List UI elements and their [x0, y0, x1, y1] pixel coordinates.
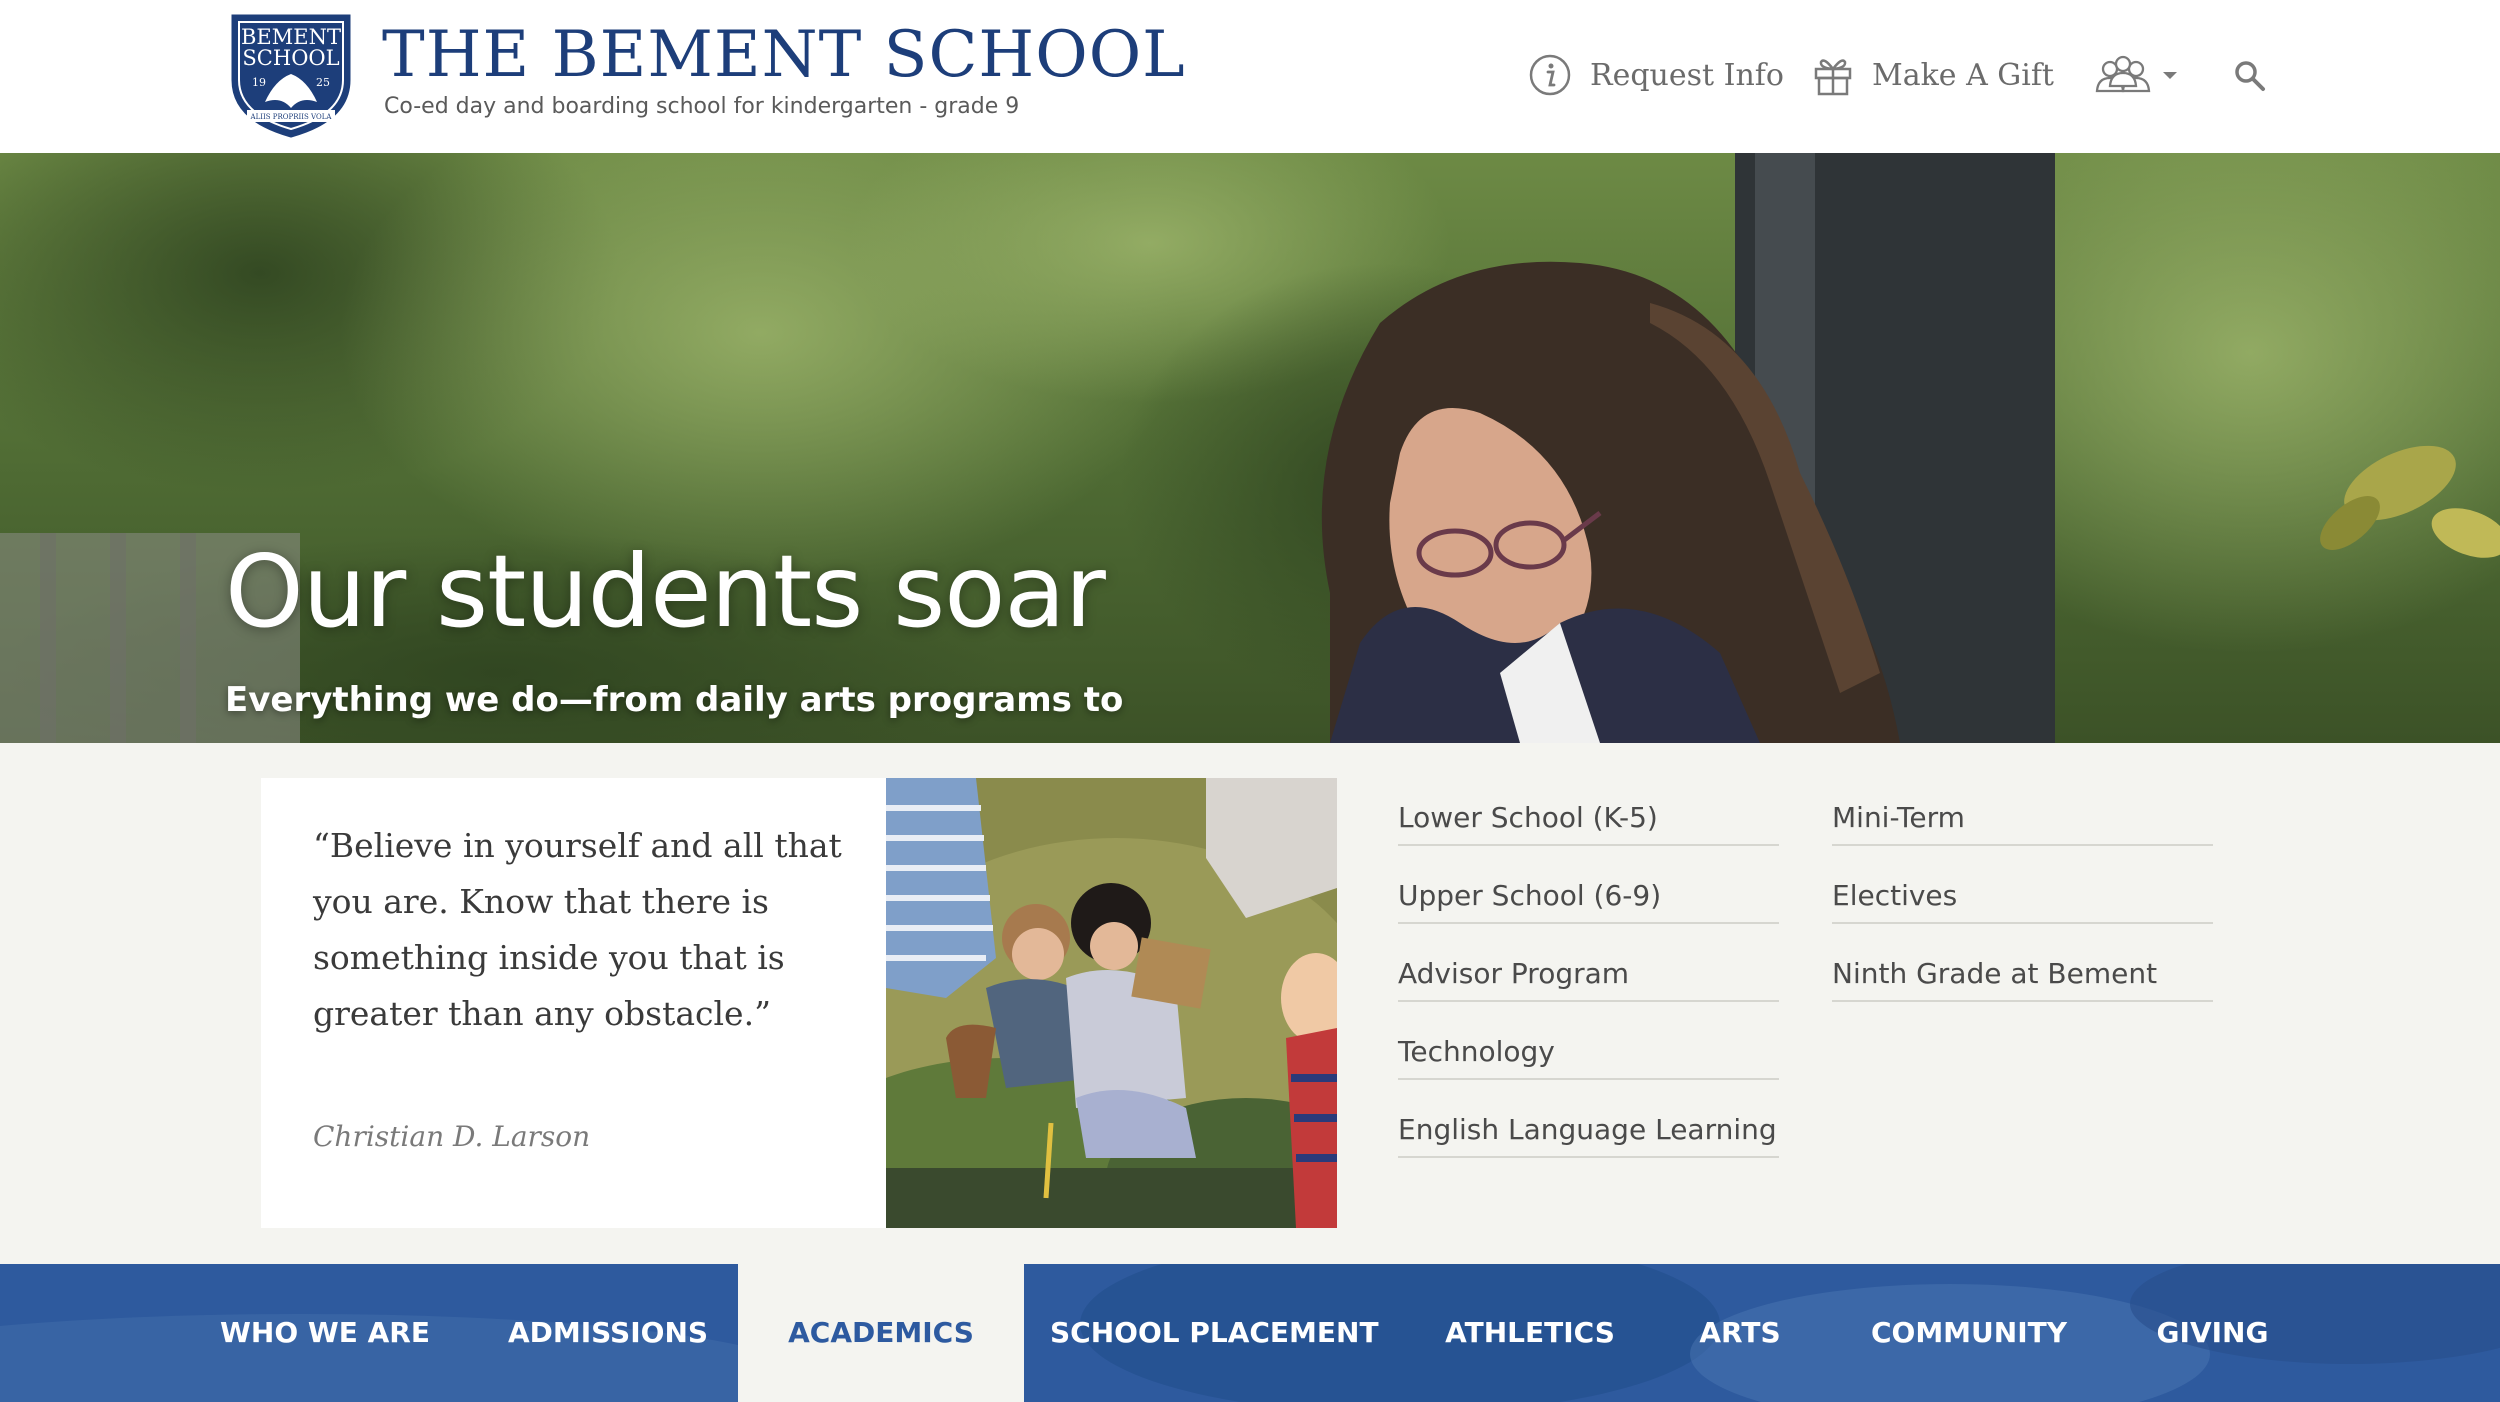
link-mini-term[interactable]: Mini-Term — [1832, 768, 2213, 846]
school-tagline: Co-ed day and boarding school for kinder… — [384, 94, 1020, 119]
svg-text:19: 19 — [252, 76, 266, 89]
nav-giving[interactable]: GIVING — [2140, 1264, 2285, 1402]
link-technology[interactable]: Technology — [1398, 1002, 1779, 1080]
link-ninth-grade[interactable]: Ninth Grade at Bement — [1832, 924, 2213, 1002]
link-electives[interactable]: Electives — [1832, 846, 2213, 924]
link-advisor-program[interactable]: Advisor Program — [1398, 924, 1779, 1002]
make-a-gift-label: Make A Gift — [1872, 57, 2054, 93]
school-crest-logo[interactable]: BEMENT SCHOOL 19 25 ALIIS PROPRIIS VOLA — [225, 10, 357, 140]
academics-links-column-2: Mini-Term Electives Ninth Grade at Bemen… — [1832, 768, 2213, 1002]
academics-links-column-1: Lower School (K-5) Upper School (6-9) Ad… — [1398, 768, 1779, 1158]
svg-text:25: 25 — [316, 76, 330, 89]
hero-banner: Our students soar Everything we do—from … — [0, 153, 2500, 743]
nav-athletics[interactable]: ATHLETICS — [1430, 1264, 1630, 1402]
hero-subheading: Everything we do—from daily arts program… — [225, 680, 1124, 720]
info-icon — [1528, 53, 1572, 97]
chevron-down-icon — [2162, 53, 2178, 97]
main-navigation: WHO WE ARE ADMISSIONS ACADEMICS SCHOOL P… — [0, 1264, 2500, 1402]
nav-academics[interactable]: ACADEMICS — [738, 1264, 1024, 1402]
quote-card: “Believe in yourself and all that you ar… — [261, 778, 886, 1228]
nav-admissions[interactable]: ADMISSIONS — [494, 1264, 722, 1402]
nav-who-we-are[interactable]: WHO WE ARE — [205, 1264, 445, 1402]
search-icon — [2232, 53, 2268, 97]
school-title[interactable]: THE BEMENT SCHOOL — [382, 18, 1186, 92]
hero-heading: Our students soar — [225, 533, 1106, 650]
link-lower-school[interactable]: Lower School (K-5) — [1398, 768, 1779, 846]
quote-text: “Believe in yourself and all that you ar… — [313, 826, 842, 1033]
search-button[interactable] — [2232, 50, 2268, 100]
link-upper-school[interactable]: Upper School (6-9) — [1398, 846, 1779, 924]
request-info-label: Request Info — [1590, 57, 1784, 93]
students-outdoor-photo — [886, 778, 1337, 1228]
site-header: BEMENT SCHOOL 19 25 ALIIS PROPRIIS VOLA … — [0, 0, 2500, 153]
svg-text:ALIIS PROPRIIS VOLA: ALIIS PROPRIIS VOLA — [250, 113, 333, 121]
make-a-gift-link[interactable]: Make A Gift — [1812, 50, 2054, 100]
nav-community[interactable]: COMMUNITY — [1855, 1264, 2083, 1402]
nav-arts[interactable]: ARTS — [1680, 1264, 1800, 1402]
hero-photo-student — [0, 153, 2500, 743]
audience-menu-button[interactable] — [2092, 50, 2178, 100]
people-icon — [2092, 53, 2156, 97]
svg-text:SCHOOL: SCHOOL — [242, 46, 339, 70]
academics-content-panel: “Believe in yourself and all that you ar… — [0, 743, 2500, 1264]
quote-author: Christian D. Larson — [313, 1120, 591, 1153]
request-info-link[interactable]: Request Info — [1528, 50, 1784, 100]
nav-school-placement[interactable]: SCHOOL PLACEMENT — [1050, 1264, 1379, 1402]
link-english-language-learning[interactable]: English Language Learning — [1398, 1080, 1779, 1158]
gift-icon — [1812, 53, 1854, 97]
